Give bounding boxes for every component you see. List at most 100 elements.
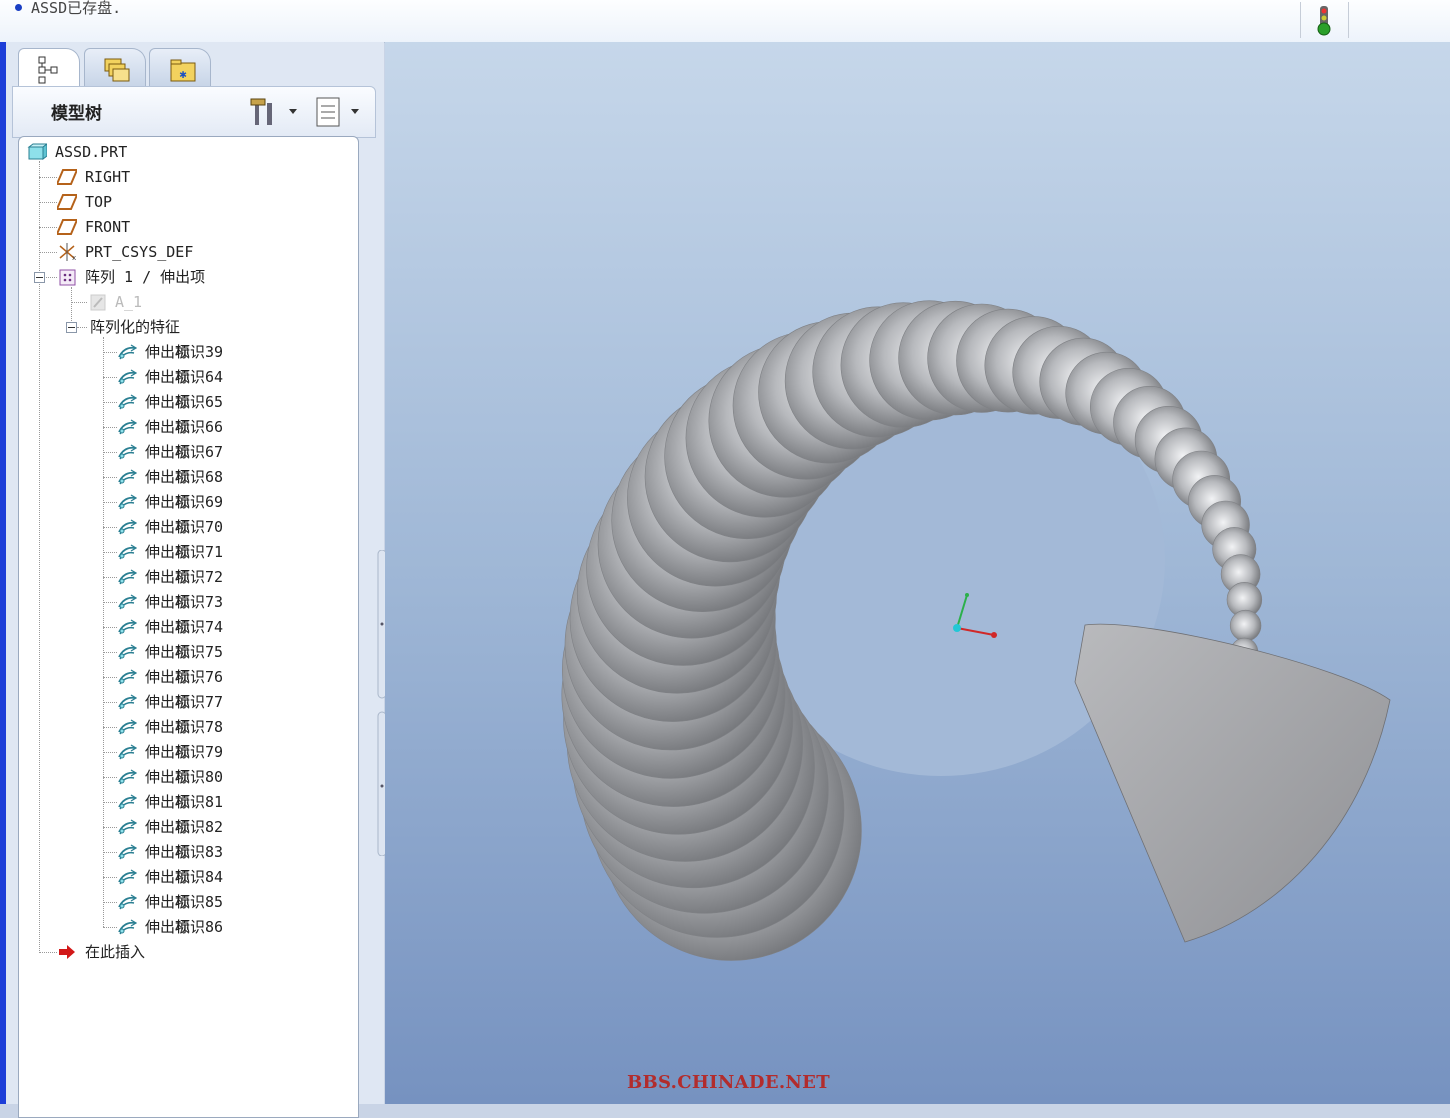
protrusion-icon xyxy=(118,644,137,660)
tree-connector xyxy=(103,927,117,928)
part-icon xyxy=(27,143,47,160)
tree-item-insert-here-label: 在此插入 xyxy=(85,943,146,961)
tree-item-feature-id: 标识68 xyxy=(175,468,224,486)
tree-item-top-label: TOP xyxy=(85,193,113,211)
tree-item-patterned-features-label: 阵列化的特征 xyxy=(90,318,181,336)
protrusion-icon xyxy=(118,894,137,910)
protrusion-icon xyxy=(118,619,137,635)
tree-connector xyxy=(103,777,117,778)
tree-connector xyxy=(103,877,117,878)
tree-item-feature-id: 标识73 xyxy=(175,593,224,611)
tree-connector xyxy=(103,337,104,927)
collapse-pattern-toggle[interactable] xyxy=(34,272,45,283)
status-separator xyxy=(1348,2,1349,38)
tree-item-right-label: RIGHT xyxy=(85,168,131,186)
protrusion-icon xyxy=(118,794,137,810)
spiral-model[interactable] xyxy=(385,42,1450,1104)
settings-button[interactable] xyxy=(249,95,301,129)
tree-connector xyxy=(103,377,117,378)
tree-item-feature-id: 标识80 xyxy=(175,768,224,786)
protrusion-icon xyxy=(118,494,137,510)
tree-item-feature-id: 标识64 xyxy=(175,368,224,386)
tree-connector xyxy=(103,627,117,628)
protrusion-icon xyxy=(118,769,137,785)
protrusion-icon xyxy=(118,419,137,435)
tree-connector xyxy=(103,352,117,353)
tree-connector xyxy=(103,652,117,653)
tree-connector xyxy=(103,902,117,903)
tree-connector xyxy=(103,802,117,803)
tree-connector xyxy=(103,552,117,553)
protrusion-icon xyxy=(118,394,137,410)
tools-icon xyxy=(250,98,297,125)
protrusion-icon xyxy=(118,669,137,685)
protrusion-icon xyxy=(118,344,137,360)
tree-connector xyxy=(103,602,117,603)
protrusion-icon xyxy=(118,369,137,385)
tree-connector xyxy=(103,852,117,853)
tree-item-pattern-label: 阵列 1 / 伸出项 xyxy=(85,268,206,286)
tree-connector xyxy=(103,827,117,828)
tree-connector xyxy=(103,477,117,478)
message-bar: ASSD已存盘. xyxy=(0,0,1450,43)
tree-item-feature-id: 标识82 xyxy=(175,818,224,836)
protrusion-icon xyxy=(118,519,137,535)
tree-connector xyxy=(103,677,117,678)
model-tree-icon xyxy=(38,56,58,84)
tree-connector xyxy=(71,302,87,303)
tree-connector xyxy=(103,577,117,578)
tree-item-pattern-instance-label: A_1 xyxy=(115,293,143,311)
protrusion-icon xyxy=(118,719,137,735)
tree-connector xyxy=(39,252,57,253)
list-icon xyxy=(316,97,359,127)
show-button[interactable] xyxy=(313,95,365,129)
protrusion-icon xyxy=(118,594,137,610)
regeneration-status-icon[interactable] xyxy=(1316,6,1332,38)
tree-item-feature-id: 标识81 xyxy=(175,793,224,811)
end-cap-face xyxy=(1074,623,1391,943)
tree-item-feature-id: 标识79 xyxy=(175,743,224,761)
tab-model-tree[interactable] xyxy=(18,48,80,90)
tree-connector xyxy=(103,427,117,428)
protrusion-icon xyxy=(118,919,137,935)
tab-folder-browser[interactable] xyxy=(84,48,146,89)
tree-item-feature-id: 标识74 xyxy=(175,618,224,636)
tree-item-feature-id: 标识71 xyxy=(175,543,224,561)
favorites-folder-icon: ✱ xyxy=(170,59,196,82)
collapse-group-toggle[interactable] xyxy=(66,322,77,333)
status-message: ASSD已存盘. xyxy=(31,0,122,17)
tree-connector xyxy=(71,287,72,327)
tree-item-feature-id: 标识70 xyxy=(175,518,224,536)
tree-connector xyxy=(103,727,117,728)
tree-item-feature-id: 标识65 xyxy=(175,393,224,411)
graphics-viewport[interactable] xyxy=(385,42,1450,1104)
protrusion-icon xyxy=(118,844,137,860)
message-bullet-icon xyxy=(15,4,22,11)
tree-item-feature-id: 标识84 xyxy=(175,868,224,886)
status-separator xyxy=(1300,2,1301,38)
protrusion-icon xyxy=(118,444,137,460)
tree-item-prt-csys-def-label: PRT_CSYS_DEF xyxy=(85,243,194,261)
protrusion-icon xyxy=(118,819,137,835)
protrusion-icon xyxy=(118,694,137,710)
tree-item-feature-id: 标识66 xyxy=(175,418,224,436)
tree-connector xyxy=(39,177,57,178)
tree-connector xyxy=(103,502,117,503)
tree-connector xyxy=(39,227,57,228)
spiral-segment xyxy=(1229,609,1262,642)
navigator-panel: ✱ 模型树 ASSD.PRT RIGHT TOP FRONT x PRT_CSYS_DEF… xyxy=(6,42,387,1118)
tree-item-feature-id: 标识85 xyxy=(175,893,224,911)
end-cap xyxy=(1074,623,1391,943)
protrusion-icon xyxy=(118,744,137,760)
protrusion-icon xyxy=(118,869,137,885)
tree-connector xyxy=(39,952,57,953)
folders-icon xyxy=(104,58,130,82)
tree-item-feature-id: 标识75 xyxy=(175,643,224,661)
tab-favorites[interactable]: ✱ xyxy=(149,48,211,89)
tree-item-front-label: FRONT xyxy=(85,218,131,236)
tree-connector xyxy=(77,327,87,328)
protrusion-icon xyxy=(118,469,137,485)
coordinate-system-icon: x xyxy=(59,243,76,261)
tree-item-feature-id: 标识86 xyxy=(175,918,224,936)
tree-item-feature-id: 标识72 xyxy=(175,568,224,586)
